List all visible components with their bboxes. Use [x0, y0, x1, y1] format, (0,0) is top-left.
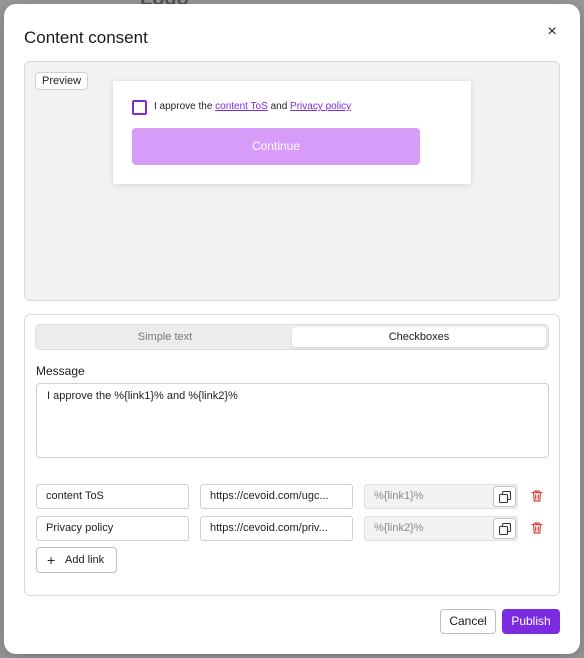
- consent-prefix: I approve the: [154, 101, 213, 112]
- link-2-text-input[interactable]: Privacy policy: [36, 516, 189, 541]
- trash-icon[interactable]: [530, 489, 546, 505]
- preview-link-2[interactable]: Privacy policy: [290, 101, 351, 112]
- link-1-text-input[interactable]: content ToS: [36, 484, 189, 509]
- link-2-url-input[interactable]: https://cevoid.com/priv...: [200, 516, 353, 541]
- add-link-label: Add link: [65, 554, 105, 566]
- message-label: Message: [36, 364, 85, 378]
- plus-icon: +: [47, 552, 56, 568]
- consent-conjunction: and: [270, 101, 288, 112]
- preview-panel: Preview I approve the content ToS and Pr…: [24, 61, 560, 301]
- preview-consent-checkbox[interactable]: [132, 100, 147, 115]
- preview-link-1[interactable]: content ToS: [215, 101, 268, 112]
- close-icon[interactable]: ×: [542, 22, 562, 42]
- tab-checkboxes[interactable]: Checkboxes: [292, 327, 546, 347]
- cancel-button[interactable]: Cancel: [440, 609, 496, 634]
- preview-consent-card: I approve the content ToS and Privacy po…: [113, 81, 471, 184]
- preview-continue-button[interactable]: Continue: [132, 128, 420, 165]
- copy-icon[interactable]: [493, 486, 516, 507]
- preview-consent-text: I approve the content ToS and Privacy po…: [154, 101, 351, 112]
- mode-segmented-control: Simple text Checkboxes: [35, 324, 549, 350]
- message-textarea[interactable]: I approve the %{link1}% and %{link2}%: [36, 383, 549, 458]
- publish-button[interactable]: Publish: [502, 609, 560, 634]
- add-link-button[interactable]: + Add link: [36, 547, 117, 573]
- settings-panel: Simple text Checkboxes Message I approve…: [24, 314, 560, 596]
- dialog-title: Content consent: [24, 28, 148, 47]
- preview-tag: Preview: [35, 72, 89, 90]
- tab-simple-text[interactable]: Simple text: [38, 327, 292, 347]
- content-consent-dialog: Content consent × Preview I approve the …: [4, 4, 580, 654]
- copy-icon[interactable]: [493, 518, 516, 539]
- trash-icon[interactable]: [530, 521, 546, 537]
- link-1-url-input[interactable]: https://cevoid.com/ugc...: [200, 484, 353, 509]
